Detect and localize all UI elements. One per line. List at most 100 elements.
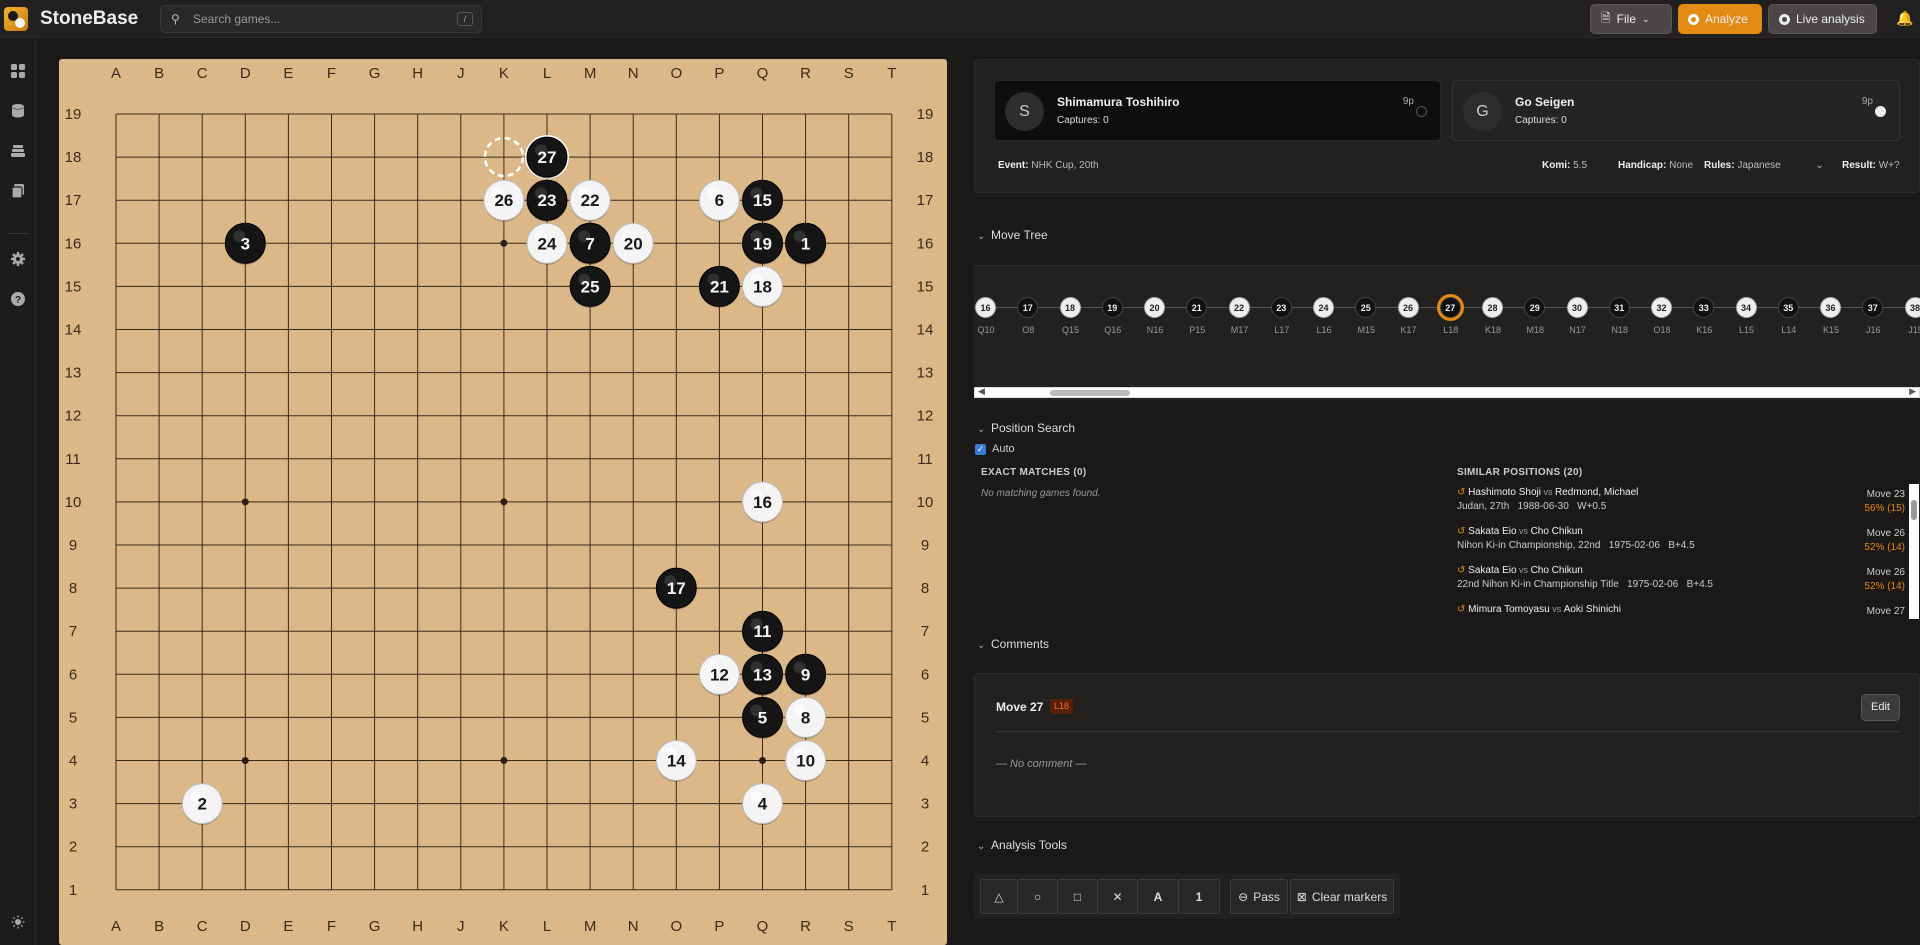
- row-label: 15: [917, 278, 934, 295]
- move-tree-node[interactable]: 16: [975, 297, 996, 318]
- sidebar: ?: [0, 39, 36, 945]
- pass-icon: ⊖: [1238, 889, 1249, 904]
- app-logo-icon: [4, 7, 28, 31]
- similar-move: Move 27: [1866, 606, 1905, 617]
- number-marker-button[interactable]: 1: [1178, 879, 1220, 914]
- sun-icon[interactable]: [9, 915, 27, 933]
- triangle-marker-button[interactable]: △: [980, 879, 1018, 914]
- row-label: 11: [917, 451, 933, 468]
- file-menu-button[interactable]: 🗎 File ⌄: [1590, 4, 1672, 34]
- help-icon[interactable]: ?: [9, 291, 27, 309]
- checkmark-icon[interactable]: ✓: [975, 443, 986, 455]
- scrollbar-thumb[interactable]: [1911, 500, 1917, 520]
- move-tree-node[interactable]: 28: [1482, 297, 1503, 318]
- row-label: 5: [69, 709, 77, 726]
- avatar: G: [1463, 92, 1502, 131]
- square-icon: □: [1073, 889, 1082, 904]
- record-icon: [1779, 13, 1790, 25]
- column-label: K: [499, 65, 509, 82]
- move-tree-node[interactable]: 23: [1270, 297, 1292, 318]
- row-label: 2: [921, 839, 929, 856]
- komi-info: Komi: 5.5: [1542, 160, 1588, 171]
- similar-score: 52% (14): [1864, 542, 1905, 553]
- stack-icon[interactable]: [9, 143, 27, 161]
- bell-icon[interactable]: 🔔: [1896, 10, 1913, 27]
- move-tree-node[interactable]: 22: [1228, 297, 1250, 318]
- square-marker-button[interactable]: □: [1057, 879, 1098, 914]
- search-box[interactable]: ⚲ /: [160, 5, 482, 33]
- cross-marker-button[interactable]: ✕: [1097, 879, 1138, 914]
- move-tree-node[interactable]: 27: [1439, 297, 1461, 318]
- column-label: E: [283, 65, 293, 82]
- edit-comment-button[interactable]: Edit: [1861, 694, 1900, 721]
- column-label: L: [543, 918, 551, 935]
- scrollbar-thumb[interactable]: [1050, 390, 1130, 396]
- scroll-left-icon[interactable]: ◀: [978, 386, 985, 397]
- pass-button[interactable]: ⊖ Pass: [1230, 879, 1288, 914]
- row-label: 8: [69, 580, 77, 597]
- live-analysis-button[interactable]: Live analysis: [1768, 4, 1877, 34]
- similar-position-item[interactable]: ↺ Mimura Tomoyasu vs Aoki Shinichi Move 2…: [1457, 604, 1909, 619]
- move-tree-node[interactable]: 19: [1101, 297, 1123, 318]
- gear-icon[interactable]: [9, 251, 27, 269]
- column-label: Q: [757, 918, 769, 935]
- file-label: File: [1616, 12, 1636, 26]
- similar-score: 56% (15): [1864, 503, 1905, 514]
- letter-marker-button[interactable]: A: [1137, 879, 1179, 914]
- go-board[interactable]: A A B B C C D D E E F F G G H H J J K K L L M M N N O O P P Q Q R R S S T T 19…: [59, 59, 947, 945]
- row-label: 12: [65, 408, 82, 425]
- row-label: 6: [921, 666, 929, 683]
- comment-move-label: Move 27: [996, 700, 1044, 714]
- similar-position-item[interactable]: ↺ Sakata Eio vs Cho Chikun 22nd Nihon Ki-…: [1457, 565, 1909, 601]
- analyze-button[interactable]: Analyze: [1678, 4, 1762, 34]
- column-label: S: [844, 918, 854, 935]
- move-tree-node[interactable]: 24: [1313, 297, 1334, 318]
- move-tree-header[interactable]: ⌄ Move Tree: [977, 228, 1048, 242]
- analyze-label: Analyze: [1705, 12, 1748, 26]
- move-tree-coord: K15: [1822, 325, 1839, 335]
- position-search-header[interactable]: ⌄ Position Search: [977, 421, 1075, 435]
- move-tree-node[interactable]: 26: [1397, 297, 1419, 318]
- move-tree-node[interactable]: 18: [1059, 297, 1081, 318]
- row-label: 9: [921, 537, 929, 554]
- similar-players: ↺ Sakata Eio vs Cho Chikun: [1457, 526, 1583, 537]
- analysis-tools-header[interactable]: ⌄ Analysis Tools: [977, 838, 1067, 852]
- similar-position-item[interactable]: ↺ Hashimoto Shoji vs Redmond, Michael Jud…: [1457, 487, 1909, 523]
- column-label: R: [800, 918, 811, 935]
- column-label: S: [844, 65, 854, 82]
- comments-header[interactable]: ⌄ Comments: [977, 637, 1049, 651]
- move-tree-node[interactable]: 32: [1651, 297, 1672, 318]
- move-tree-scrollbar[interactable]: ◀ ▶: [974, 386, 1920, 398]
- star-point: [500, 239, 508, 247]
- move-tree-node[interactable]: 20: [1144, 297, 1165, 318]
- scroll-right-icon[interactable]: ▶: [1909, 386, 1916, 397]
- move-number: 14: [667, 752, 686, 771]
- move-tree-coord: L17: [1274, 325, 1290, 335]
- move-number: 13: [753, 665, 772, 684]
- board-canvas[interactable]: AABBCCDDEEFFGGHHJJKKLLMMNNOOPPQQRRSSTT19…: [59, 59, 947, 945]
- clear-markers-button[interactable]: ⊠ Clear markers: [1290, 879, 1394, 914]
- database-icon[interactable]: [9, 103, 27, 121]
- circle-marker-button[interactable]: ○: [1017, 879, 1058, 914]
- similar-move: Move 26: [1866, 567, 1905, 578]
- dashboard-icon[interactable]: [9, 63, 27, 81]
- similar-list-scrollbar[interactable]: [1909, 484, 1919, 619]
- similar-move: Move 26: [1866, 528, 1905, 539]
- row-label: 19: [65, 106, 82, 123]
- move-tree-node[interactable]: 36: [1820, 297, 1841, 318]
- move-number: 2: [197, 795, 206, 814]
- auto-search-checkbox[interactable]: ✓ Auto: [975, 443, 1015, 455]
- column-label: O: [670, 918, 682, 935]
- move-tree-node[interactable]: 30: [1566, 297, 1588, 318]
- rules-select[interactable]: Rules: Japanese ⌄: [1704, 160, 1824, 171]
- similar-game-info: 22nd Nihon Ki-in Championship Title 1975…: [1457, 579, 1713, 590]
- move-number: 11: [754, 622, 772, 641]
- chevron-down-icon: ⌄: [977, 424, 986, 435]
- similar-position-item[interactable]: ↺ Sakata Eio vs Cho Chikun Nihon Ki-in Ch…: [1457, 526, 1909, 562]
- move-tree-node[interactable]: 31: [1608, 297, 1630, 318]
- copy-icon[interactable]: [9, 183, 27, 201]
- move-tree-node[interactable]: 35: [1777, 297, 1799, 318]
- move-tree-node[interactable]: 34: [1735, 297, 1757, 318]
- search-input[interactable]: [193, 10, 443, 28]
- row-label: 13: [65, 365, 82, 382]
